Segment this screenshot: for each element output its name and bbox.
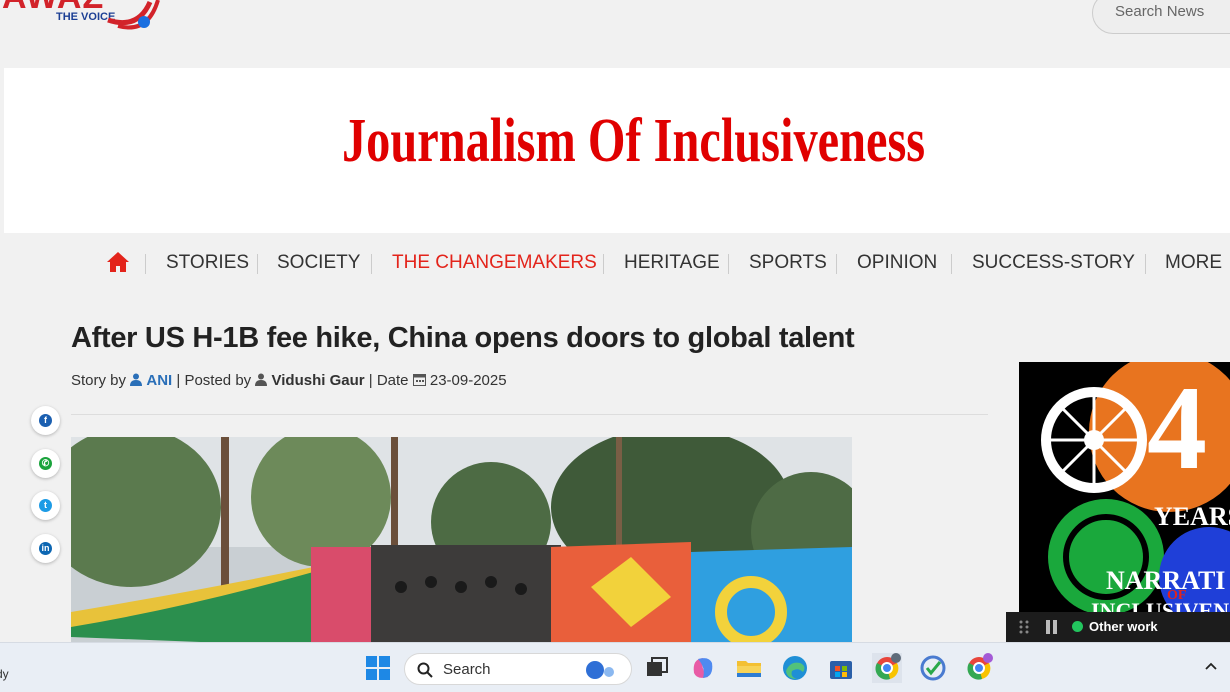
bing-search-icon [586,661,614,679]
poster-name: Vidushi Gaur [271,372,365,389]
facebook-icon: f [39,414,52,427]
nav-separator [1145,254,1146,274]
share-twitter-button[interactable]: t [31,491,60,520]
media-widget-label: Other work [1089,619,1158,634]
article-date: 23-09-2025 [429,372,507,389]
nav-item-society[interactable]: SOCIETY [277,252,360,274]
nav-item-sports[interactable]: SPORTS [749,252,827,274]
ad-narrative: NARRATI [1106,566,1226,595]
nav-separator [371,254,372,274]
share-linkedin-button[interactable]: in [31,534,60,563]
article-title: After US H-1B fee hike, China opens door… [71,322,855,354]
chevron-up-icon[interactable] [1204,661,1218,671]
nav-item-stories[interactable]: STORIES [166,252,249,274]
file-explorer-icon[interactable] [734,653,764,683]
user-icon [255,373,268,386]
nav-separator [603,254,604,274]
divider [71,414,988,415]
linkedin-icon: in [39,542,52,555]
twitter-icon: t [39,499,52,512]
search-input[interactable] [1115,3,1230,20]
article-photo [71,437,852,647]
banner: Journalism Of Inclusiveness [4,68,1230,233]
banner-text: Journalism Of Inclusiveness [342,107,926,175]
share-facebook-button[interactable]: f [31,406,60,435]
posted-by-label: | Posted by [176,372,252,389]
windows-start-icon[interactable] [363,653,393,683]
whatsapp-icon: ✆ [39,457,52,470]
taskbar-search-label: Search [443,661,491,678]
ad-years: YEARS [1154,502,1230,531]
pause-icon[interactable] [1046,620,1057,634]
date-label: | Date [368,372,409,389]
todo-check-icon[interactable] [918,653,948,683]
nav-item-more[interactable]: MORE [1165,252,1222,274]
nav-item-changemakers[interactable]: THE CHANGEMAKERS [392,252,597,274]
drag-handle-icon[interactable] [1019,620,1029,634]
ad-number: 4 [1147,362,1207,494]
site-logo[interactable]: AWAZ THE VOICE [0,0,165,42]
nav-separator [951,254,952,274]
edge-icon[interactable] [780,653,810,683]
search-box[interactable] [1092,0,1230,34]
home-icon[interactable] [106,251,130,273]
nav-separator [728,254,729,274]
share-whatsapp-button[interactable]: ✆ [31,449,60,478]
top-bar: AWAZ THE VOICE [0,0,1230,54]
media-widget: Other work [1006,612,1230,642]
nav-item-success-story[interactable]: SUCCESS-STORY [972,252,1135,274]
article-meta: Story by ANI | Posted by Vidushi Gaur | … [71,372,507,389]
copilot-icon[interactable] [688,653,718,683]
nav-item-opinion[interactable]: OPINION [857,252,937,274]
task-view-icon[interactable] [642,653,672,683]
taskbar: dy Search [0,642,1230,692]
crowd-photo-illustration [71,437,852,647]
chrome-profile-icon[interactable] [964,653,994,683]
status-dot-icon [1072,621,1083,632]
main-nav: STORIES SOCIETY THE CHANGEMAKERS HERITAG… [0,247,1230,279]
logo-swoosh-icon [107,0,160,30]
taskbar-search[interactable]: Search [404,653,632,685]
nav-separator [257,254,258,274]
nav-separator [836,254,837,274]
user-icon [130,373,143,386]
sidebar-ad[interactable]: 4 YEARS NARRATI OF INCLUSIVEN [1019,362,1230,642]
chrome-icon[interactable] [872,653,902,683]
calendar-icon [412,374,426,386]
nav-item-heritage[interactable]: HERITAGE [624,252,720,274]
search-icon [417,662,433,678]
author-link[interactable]: ANI [146,372,172,389]
taskbar-left-text: dy [0,667,9,681]
nav-separator [145,254,146,274]
store-icon[interactable] [826,653,856,683]
story-by-label: Story by [71,372,127,389]
